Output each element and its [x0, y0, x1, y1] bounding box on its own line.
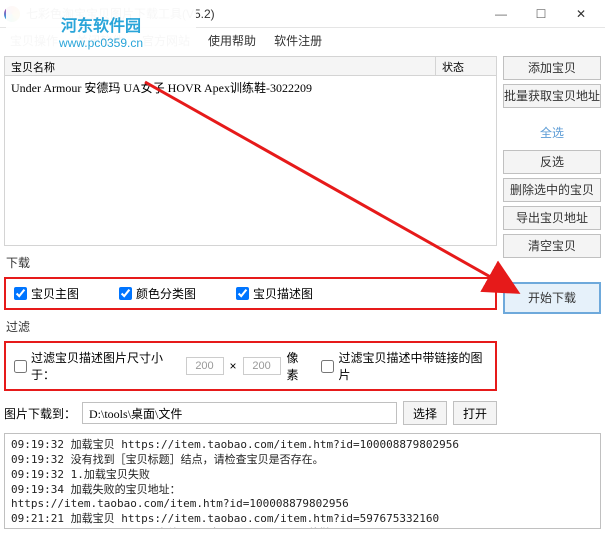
window-title: 七彩色淘宝宝贝图片下载工具(V5.2): [26, 5, 481, 22]
batch-get-button[interactable]: 批量获取宝贝地址: [503, 84, 601, 108]
start-download-button[interactable]: 开始下载: [503, 282, 601, 314]
open-path-button[interactable]: 打开: [453, 401, 497, 425]
log-line: 09:21:21 加载宝贝 https://item.taobao.com/it…: [11, 512, 439, 525]
log-output[interactable]: 09:19:32 加载宝贝 https://item.taobao.com/it…: [4, 433, 601, 529]
log-line: 09:19:32 1.加载宝贝失败: [11, 468, 150, 481]
export-addresses-button[interactable]: 导出宝贝地址: [503, 206, 601, 230]
add-item-button[interactable]: 添加宝贝: [503, 56, 601, 80]
checkbox-desc-images[interactable]: 宝贝描述图: [236, 285, 313, 302]
list-item[interactable]: Under Armour 安德玛 UA女子 HOVR Apex训练鞋-30222…: [5, 76, 496, 99]
path-label: 图片下载到：: [4, 405, 76, 422]
filter-height-input[interactable]: [243, 357, 281, 375]
checkbox-filter-size-input[interactable]: [14, 360, 27, 373]
log-line: 09:19:34 加载失败的宝贝地址：: [11, 483, 181, 496]
checkbox-main-images-input[interactable]: [14, 287, 27, 300]
checkbox-main-images[interactable]: 宝贝主图: [14, 285, 79, 302]
download-section-label: 下载: [4, 252, 497, 271]
app-icon: [4, 6, 20, 22]
clear-items-button[interactable]: 清空宝贝: [503, 234, 601, 258]
menu-item-website[interactable]: 官方网站: [142, 32, 190, 49]
path-row: 图片下载到： 选择 打开: [4, 401, 497, 425]
checkbox-filter-size[interactable]: 过滤宝贝描述图片尺寸小于：: [14, 349, 180, 383]
menu-item-actions[interactable]: 宝贝操作: [10, 32, 58, 49]
checkbox-desc-images-input[interactable]: [236, 287, 249, 300]
menu-item-register[interactable]: 软件注册: [274, 32, 322, 49]
select-path-button[interactable]: 选择: [403, 401, 447, 425]
log-line: 09:19:32 没有找到［宝贝标题］结点，请检查宝贝是否存在。: [11, 453, 324, 466]
log-line: 09:21:22 Under Armour 安德玛 UA女子 HOVR Apex…: [11, 527, 384, 529]
minimize-button[interactable]: —: [481, 2, 521, 26]
column-name[interactable]: 宝贝名称: [5, 57, 436, 75]
column-status[interactable]: 状态: [436, 57, 496, 75]
filter-options-box: 过滤宝贝描述图片尺寸小于： × 像素 过滤宝贝描述中带链接的图片: [4, 341, 497, 391]
download-options-box: 宝贝主图 颜色分类图 宝贝描述图: [4, 277, 497, 310]
times-label: ×: [230, 359, 237, 373]
sidebar: 添加宝贝 批量获取宝贝地址 全选 反选 删除选中的宝贝 导出宝贝地址 清空宝贝 …: [503, 56, 601, 425]
list-header: 宝贝名称 状态: [4, 56, 497, 76]
filter-width-input[interactable]: [186, 357, 224, 375]
filter-section-label: 过滤: [4, 316, 497, 335]
pixel-label: 像素: [287, 349, 310, 383]
invert-selection-button[interactable]: 反选: [503, 150, 601, 174]
titlebar: 七彩色淘宝宝贝图片下载工具(V5.2) — ☐ ✕: [0, 0, 605, 28]
menu-item-close[interactable]: 关闭软件: [76, 32, 124, 49]
item-list[interactable]: Under Armour 安德玛 UA女子 HOVR Apex训练鞋-30222…: [4, 76, 497, 246]
log-line: https://item.taobao.com/item.htm?id=1000…: [11, 497, 349, 510]
menu-item-help[interactable]: 使用帮助: [208, 32, 256, 49]
download-path-input[interactable]: [82, 402, 397, 424]
delete-selected-button[interactable]: 删除选中的宝贝: [503, 178, 601, 202]
menubar: 宝贝操作 关闭软件 官方网站 使用帮助 软件注册: [0, 28, 605, 52]
select-all-link[interactable]: 全选: [503, 122, 601, 146]
close-button[interactable]: ✕: [561, 2, 601, 26]
checkbox-color-images[interactable]: 颜色分类图: [119, 285, 196, 302]
checkbox-filter-links[interactable]: 过滤宝贝描述中带链接的图片: [321, 349, 487, 383]
checkbox-filter-links-input[interactable]: [321, 360, 334, 373]
maximize-button[interactable]: ☐: [521, 2, 561, 26]
checkbox-color-images-input[interactable]: [119, 287, 132, 300]
log-line: 09:19:32 加载宝贝 https://item.taobao.com/it…: [11, 438, 459, 451]
